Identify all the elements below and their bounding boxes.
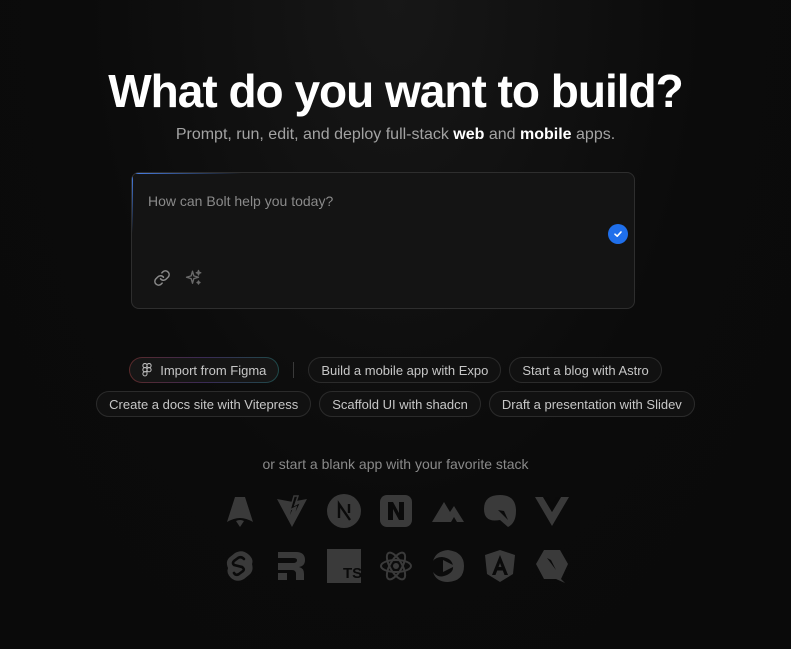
subtitle-text-3: apps. [571, 126, 616, 143]
nextjs-icon[interactable] [326, 493, 362, 529]
starter-logos-row-2: TS [0, 548, 791, 584]
sparkles-icon [185, 269, 202, 285]
prompt-input[interactable] [148, 193, 588, 209]
nuxt-mountain-icon[interactable] [430, 493, 466, 529]
remix-icon[interactable] [274, 548, 310, 584]
attach-link-button[interactable] [151, 267, 173, 289]
suggestion-shadcn[interactable]: Scaffold UI with shadcn [319, 391, 481, 417]
import-figma-label: Import from Figma [160, 362, 267, 378]
slidev-icon[interactable] [430, 548, 466, 584]
figma-icon [142, 363, 152, 377]
qwik-alt-icon[interactable] [534, 548, 570, 584]
svg-text:TS: TS [343, 565, 362, 582]
page-subtitle: Prompt, run, edit, and deploy full-stack… [0, 126, 791, 144]
vue-icon[interactable] [534, 493, 570, 529]
suggestion-astro[interactable]: Start a blog with Astro [509, 357, 662, 383]
vite-icon[interactable] [274, 493, 310, 529]
suggestion-slidev[interactable]: Draft a presentation with Slidev [488, 391, 695, 417]
page-title: What do you want to build? [108, 65, 683, 117]
svelte-icon[interactable] [222, 548, 258, 584]
blank-app-label: or start a blank app with your favorite … [262, 456, 529, 472]
subtitle-text-2: and [484, 126, 521, 143]
import-figma-button[interactable]: Import from Figma [129, 357, 279, 383]
chip-divider [293, 362, 295, 378]
suggestion-expo[interactable]: Build a mobile app with Expo [308, 357, 502, 383]
suggestion-row-2: Create a docs site with Vitepress Scaffo… [0, 391, 791, 417]
enhance-prompt-button[interactable] [183, 267, 205, 289]
subtitle-web: web [453, 126, 485, 143]
prompt-box [131, 172, 635, 309]
suggestion-row-1: Import from Figma Build a mobile app wit… [0, 357, 791, 383]
astro-icon[interactable] [222, 493, 258, 529]
angular-icon[interactable] [482, 548, 518, 584]
subtitle-mobile: mobile [520, 126, 572, 143]
nuxt-icon[interactable] [378, 493, 414, 529]
subtitle-text-1: Prompt, run, edit, and deploy full-stack [175, 126, 454, 143]
link-icon [154, 270, 170, 286]
qwik-icon[interactable] [482, 493, 518, 529]
suggestion-vitepress[interactable]: Create a docs site with Vitepress [96, 391, 312, 417]
typescript-icon[interactable]: TS [326, 548, 362, 584]
check-badge-icon[interactable] [608, 224, 628, 244]
react-icon[interactable] [378, 548, 414, 584]
starter-logos-row-1 [0, 493, 791, 529]
